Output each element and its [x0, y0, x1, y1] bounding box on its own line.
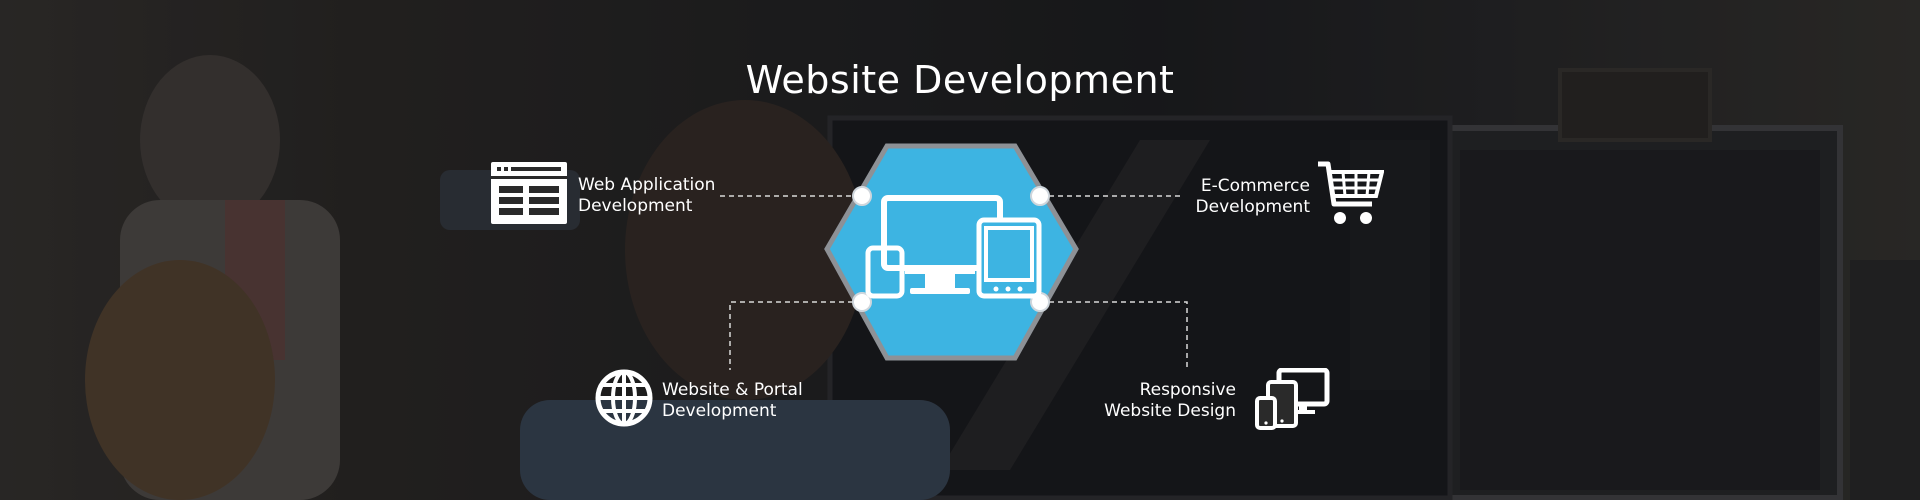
service-portal-label: Website & Portal Development: [662, 380, 803, 422]
service-responsive-line1: Responsive: [1139, 380, 1236, 400]
service-ecommerce-label: E-Commerce Development: [1150, 176, 1310, 218]
hero-banner: Website Development Web Application Deve…: [0, 0, 1920, 500]
service-ecommerce-line1: E-Commerce: [1200, 176, 1310, 196]
service-portal-line2: Development: [662, 401, 777, 421]
service-web-app-line2: Development: [578, 196, 693, 216]
service-responsive-label: Responsive Website Design: [1076, 380, 1236, 422]
shopping-cart-icon: [1318, 161, 1384, 224]
service-portal-line1: Website & Portal: [662, 380, 803, 400]
service-responsive-line2: Website Design: [1104, 401, 1236, 421]
service-ecommerce-line2: Development: [1195, 197, 1310, 217]
service-web-app-label: Web Application Development: [578, 175, 715, 217]
service-web-app-line1: Web Application: [578, 175, 716, 195]
devices-icon: [1255, 368, 1330, 430]
web-layout-icon: [491, 162, 567, 224]
globe-icon: [595, 369, 653, 427]
service-diagram: [720, 143, 1188, 370]
